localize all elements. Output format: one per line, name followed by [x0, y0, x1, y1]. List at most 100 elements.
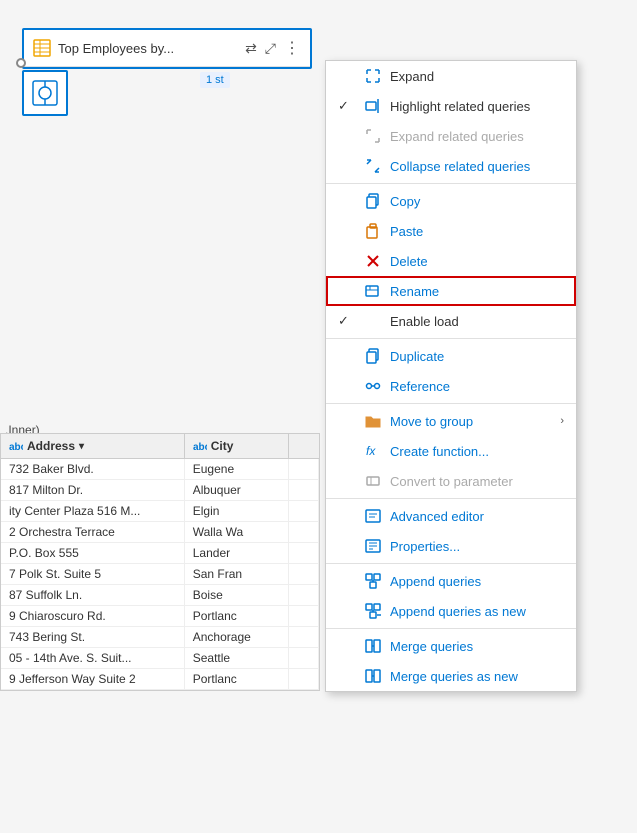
- table-row: 732 Baker Blvd. Eugene: [1, 459, 319, 480]
- menu-label-collapse-related: Collapse related queries: [390, 159, 564, 174]
- menu-icon-rename: [364, 282, 382, 300]
- table-header-row: abc Address ▾ abc City: [1, 434, 319, 459]
- cell-extra: [289, 564, 319, 584]
- menu-item-rename[interactable]: Rename: [326, 276, 576, 306]
- menu-item-advanced-editor[interactable]: Advanced editor: [326, 501, 576, 531]
- table-row: 05 - 14th Ave. S. Suit... Seattle: [1, 648, 319, 669]
- table-row: 87 Suffolk Ln. Boise: [1, 585, 319, 606]
- cell-extra: [289, 459, 319, 479]
- menu-label-move-to-group: Move to group: [390, 414, 552, 429]
- cell-city: Portlanc: [185, 669, 289, 689]
- cell-city: Lander: [185, 543, 289, 563]
- menu-item-expand[interactable]: Expand: [326, 61, 576, 91]
- svg-text:abc: abc: [193, 442, 207, 453]
- menu-separator: [326, 498, 576, 499]
- step-icon-box: [22, 70, 68, 116]
- menu-label-rename: Rename: [390, 284, 564, 299]
- more-icon[interactable]: ⋮: [282, 36, 302, 60]
- menu-label-create-function: Create function...: [390, 444, 564, 459]
- share-icon[interactable]: ⇄: [243, 38, 259, 59]
- menu-icon-empty-enable-load: [364, 312, 382, 330]
- cell-city: Elgin: [185, 501, 289, 521]
- header-address[interactable]: abc Address ▾: [1, 434, 185, 458]
- menu-icon-move-to-group: [364, 412, 382, 430]
- menu-item-merge-queries[interactable]: Merge queries: [326, 631, 576, 661]
- cell-city: Boise: [185, 585, 289, 605]
- query-card-title: Top Employees by...: [58, 41, 237, 56]
- menu-item-expand-related: Expand related queries: [326, 121, 576, 151]
- cell-city: Seattle: [185, 648, 289, 668]
- data-table: abc Address ▾ abc City 732 Baker Blvd. E…: [0, 433, 320, 691]
- cell-address: P.O. Box 555: [1, 543, 185, 563]
- cell-city: Anchorage: [185, 627, 289, 647]
- cell-extra: [289, 648, 319, 668]
- menu-check-enable-load: ✓: [338, 313, 356, 329]
- cell-address: 87 Suffolk Ln.: [1, 585, 185, 605]
- menu-label-expand-related: Expand related queries: [390, 129, 564, 144]
- table-row: 9 Jefferson Way Suite 2 Portlanc: [1, 669, 319, 690]
- menu-icon-properties: [364, 537, 382, 555]
- cell-extra: [289, 522, 319, 542]
- menu-icon-expand: [364, 67, 382, 85]
- menu-icon-advanced-editor: [364, 507, 382, 525]
- header-city[interactable]: abc City: [185, 434, 289, 458]
- menu-icon-convert-param: [364, 472, 382, 490]
- menu-icon-highlight-related: [364, 97, 382, 115]
- cell-city: Eugene: [185, 459, 289, 479]
- expand-icon[interactable]: ⤢: [263, 38, 278, 59]
- table-row: 743 Bering St. Anchorage: [1, 627, 319, 648]
- menu-item-move-to-group[interactable]: Move to group ›: [326, 406, 576, 436]
- menu-icon-create-function: fx: [364, 442, 382, 460]
- menu-icon-expand-related: [364, 127, 382, 145]
- address-dropdown-icon[interactable]: ▾: [79, 441, 84, 452]
- table-row: ity Center Plaza 516 M... Elgin: [1, 501, 319, 522]
- menu-item-delete[interactable]: Delete: [326, 246, 576, 276]
- cell-city: Portlanc: [185, 606, 289, 626]
- step-badge: 1 st: [200, 72, 230, 88]
- menu-icon-delete: [364, 252, 382, 270]
- header-extra: [289, 434, 319, 458]
- menu-item-highlight-related[interactable]: ✓Highlight related queries: [326, 91, 576, 121]
- menu-item-duplicate[interactable]: Duplicate: [326, 341, 576, 371]
- menu-label-expand: Expand: [390, 69, 564, 84]
- table-row: P.O. Box 555 Lander: [1, 543, 319, 564]
- menu-item-append-queries-new[interactable]: Append queries as new: [326, 596, 576, 626]
- query-card: Top Employees by... ⇄ ⤢ ⋮: [22, 28, 312, 69]
- menu-label-advanced-editor: Advanced editor: [390, 509, 564, 524]
- menu-item-append-queries[interactable]: Append queries: [326, 566, 576, 596]
- menu-item-create-function[interactable]: fx Create function...: [326, 436, 576, 466]
- menu-item-enable-load[interactable]: ✓ Enable load: [326, 306, 576, 336]
- menu-item-collapse-related[interactable]: Collapse related queries: [326, 151, 576, 181]
- menu-item-reference[interactable]: Reference: [326, 371, 576, 401]
- cell-address: ity Center Plaza 516 M...: [1, 501, 185, 521]
- menu-item-paste[interactable]: Paste: [326, 216, 576, 246]
- menu-label-enable-load: Enable load: [390, 314, 564, 329]
- cell-address: 743 Bering St.: [1, 627, 185, 647]
- menu-check-highlight-related: ✓: [338, 98, 356, 114]
- table-row: 2 Orchestra Terrace Walla Wa: [1, 522, 319, 543]
- query-card-header: Top Employees by... ⇄ ⤢ ⋮: [24, 30, 310, 67]
- svg-text:fx: fx: [366, 444, 376, 458]
- cell-city: San Fran: [185, 564, 289, 584]
- cell-extra: [289, 669, 319, 689]
- table-body: 732 Baker Blvd. Eugene 817 Milton Dr. Al…: [1, 459, 319, 690]
- cell-address: 2 Orchestra Terrace: [1, 522, 185, 542]
- menu-icon-reference: [364, 377, 382, 395]
- header-city-label: City: [211, 439, 234, 453]
- cell-address: 7 Polk St. Suite 5: [1, 564, 185, 584]
- connector-dot: [16, 58, 26, 68]
- header-address-label: Address: [27, 439, 75, 453]
- menu-separator: [326, 403, 576, 404]
- menu-separator: [326, 628, 576, 629]
- table-row: 7 Polk St. Suite 5 San Fran: [1, 564, 319, 585]
- menu-item-merge-queries-new[interactable]: Merge queries as new: [326, 661, 576, 691]
- context-menu: Expand ✓Highlight related queries Expand r…: [325, 60, 577, 692]
- table-row: 9 Chiaroscuro Rd. Portlanc: [1, 606, 319, 627]
- menu-item-properties[interactable]: Properties...: [326, 531, 576, 561]
- menu-item-copy[interactable]: Copy: [326, 186, 576, 216]
- menu-label-append-queries-new: Append queries as new: [390, 604, 564, 619]
- menu-arrow-move-to-group: ›: [560, 415, 564, 427]
- query-table-icon: [32, 38, 52, 58]
- menu-label-properties: Properties...: [390, 539, 564, 554]
- menu-label-paste: Paste: [390, 224, 564, 239]
